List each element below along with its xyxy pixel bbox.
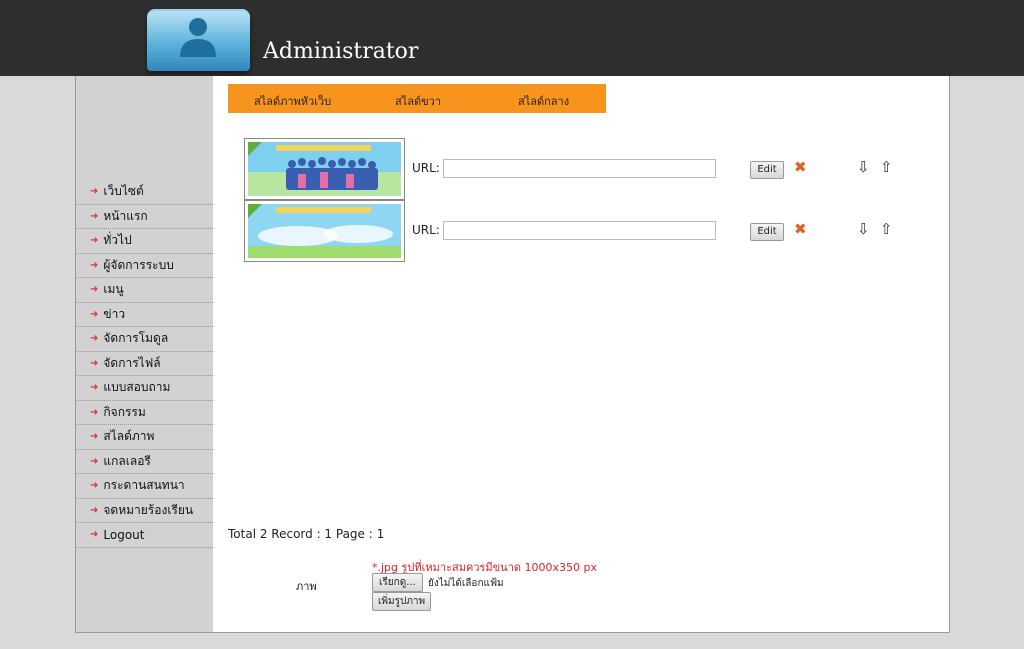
sidebar-item-label: จัดการไฟล์ xyxy=(103,355,161,370)
sidebar-item-gallery[interactable]: ➜ แกลเลอรี xyxy=(76,450,213,474)
sidebar-item-admins[interactable]: ➜ ผู้จัดการระบบ xyxy=(76,254,213,278)
image-label: ภาพ xyxy=(296,580,317,593)
sidebar-item-website[interactable]: ➜ เว็บไซต์ xyxy=(76,180,213,205)
sidebar-item-label: แบบสอบถาม xyxy=(103,380,171,395)
sidebar-item-logout[interactable]: ➜ Logout xyxy=(76,523,213,548)
sidebar-item-label: ผู้จัดการระบบ xyxy=(103,257,174,272)
arrow-right-icon: ➜ xyxy=(90,235,99,247)
sidebar-item-label: สไลด์ภาพ xyxy=(103,429,155,444)
arrow-right-icon: ➜ xyxy=(90,455,99,467)
url-input[interactable] xyxy=(443,221,716,240)
sidebar: ➜ เว็บไซต์ ➜ หน้าแรก ➜ ทั่วไป ➜ ผู้จัดการระบ… xyxy=(76,76,213,632)
sidebar-item-label: กิจกรรม xyxy=(103,404,146,419)
edit-button[interactable]: Edit xyxy=(750,161,784,179)
browse-button[interactable]: เรียกดู... xyxy=(372,573,423,592)
sidebar-item-label: เมนู xyxy=(103,282,124,297)
sidebar-item-label: เว็บไซต์ xyxy=(103,184,144,199)
app-title: Administrator xyxy=(263,39,419,64)
tab-bar: สไลด์ภาพหัวเว็บ สไลด์ขวา สไลด์กลาง xyxy=(228,84,606,113)
move-down-icon[interactable]: ⇩ xyxy=(857,158,870,176)
arrow-right-icon: ➜ xyxy=(90,504,99,516)
slide-thumbnail xyxy=(244,200,405,262)
arrow-right-icon: ➜ xyxy=(90,284,99,296)
no-file-text: ยังไม่ได้เลือกแฟ้ม xyxy=(428,578,504,589)
sidebar-item-label: ทั่วไป xyxy=(103,233,132,248)
sidebar-item-files[interactable]: ➜ จัดการไฟล์ xyxy=(76,352,213,376)
arrow-right-icon: ➜ xyxy=(90,529,99,541)
sidebar-item-label: ข่าว xyxy=(103,306,126,321)
top-bar: Administrator xyxy=(0,0,1024,76)
move-up-icon[interactable]: ⇧ xyxy=(880,220,893,238)
sidebar-item-news[interactable]: ➜ ข่าว xyxy=(76,303,213,327)
tab-right-slides[interactable]: สไลด์ขวา xyxy=(395,92,441,110)
sidebar-item-modules[interactable]: ➜ จัดการโมดูล xyxy=(76,327,213,352)
slide-thumbnail xyxy=(244,138,405,200)
move-up-icon[interactable]: ⇧ xyxy=(880,158,893,176)
tab-header-slides[interactable]: สไลด์ภาพหัวเว็บ xyxy=(254,92,331,110)
slide-image xyxy=(248,142,401,196)
arrow-right-icon: ➜ xyxy=(90,186,99,198)
arrow-right-icon: ➜ xyxy=(90,382,99,394)
sidebar-item-label: กระดานสนทนา xyxy=(103,478,185,493)
delete-icon[interactable]: ✖ xyxy=(794,220,807,238)
sidebar-item-label: Logout xyxy=(103,527,145,542)
sidebar-item-survey[interactable]: ➜ แบบสอบถาม xyxy=(76,376,213,401)
sidebar-item-menu[interactable]: ➜ เมนู xyxy=(76,278,213,303)
arrow-right-icon: ➜ xyxy=(90,480,99,492)
user-avatar-icon xyxy=(147,9,250,71)
url-label: URL: xyxy=(412,223,440,237)
sidebar-item-webboard[interactable]: ➜ กระดานสนทนา xyxy=(76,474,213,499)
arrow-right-icon: ➜ xyxy=(90,308,99,320)
url-input[interactable] xyxy=(443,159,716,178)
sidebar-item-general[interactable]: ➜ ทั่วไป xyxy=(76,229,213,254)
sidebar-item-activities[interactable]: ➜ กิจกรรม xyxy=(76,401,213,425)
arrow-right-icon: ➜ xyxy=(90,259,99,271)
sidebar-item-slides[interactable]: ➜ สไลด์ภาพ xyxy=(76,425,213,450)
sidebar-menu: ➜ เว็บไซต์ ➜ หน้าแรก ➜ ทั่วไป ➜ ผู้จัดการระบ… xyxy=(76,180,213,548)
record-total: Total 2 Record : 1 Page : 1 xyxy=(228,527,385,541)
sidebar-item-home[interactable]: ➜ หน้าแรก xyxy=(76,205,213,229)
sidebar-item-label: หน้าแรก xyxy=(103,208,148,223)
add-image-button[interactable]: เพิ่มรูปภาพ xyxy=(372,592,432,611)
tab-center-slides[interactable]: สไลด์กลาง xyxy=(518,92,569,110)
arrow-right-icon: ➜ xyxy=(90,333,99,345)
slide-row: URL: Edit ✖ ⇩ ⇧ xyxy=(244,138,934,200)
sidebar-item-complaints[interactable]: ➜ จดหมายร้องเรียน xyxy=(76,499,213,523)
sidebar-item-label: จดหมายร้องเรียน xyxy=(103,502,194,517)
edit-button[interactable]: Edit xyxy=(750,223,784,241)
move-down-icon[interactable]: ⇩ xyxy=(857,220,870,238)
delete-icon[interactable]: ✖ xyxy=(794,158,807,176)
sidebar-item-label: จัดการโมดูล xyxy=(103,331,169,346)
main-frame: ➜ เว็บไซต์ ➜ หน้าแรก ➜ ทั่วไป ➜ ผู้จัดการระบ… xyxy=(75,76,950,633)
url-label: URL: xyxy=(412,161,440,175)
arrow-right-icon: ➜ xyxy=(90,210,99,222)
sidebar-item-label: แกลเลอรี xyxy=(103,453,151,468)
slide-row: URL: Edit ✖ ⇩ ⇧ xyxy=(244,200,934,262)
arrow-right-icon: ➜ xyxy=(90,431,99,443)
slide-image xyxy=(248,204,401,258)
arrow-right-icon: ➜ xyxy=(90,406,99,418)
arrow-right-icon: ➜ xyxy=(90,357,99,369)
